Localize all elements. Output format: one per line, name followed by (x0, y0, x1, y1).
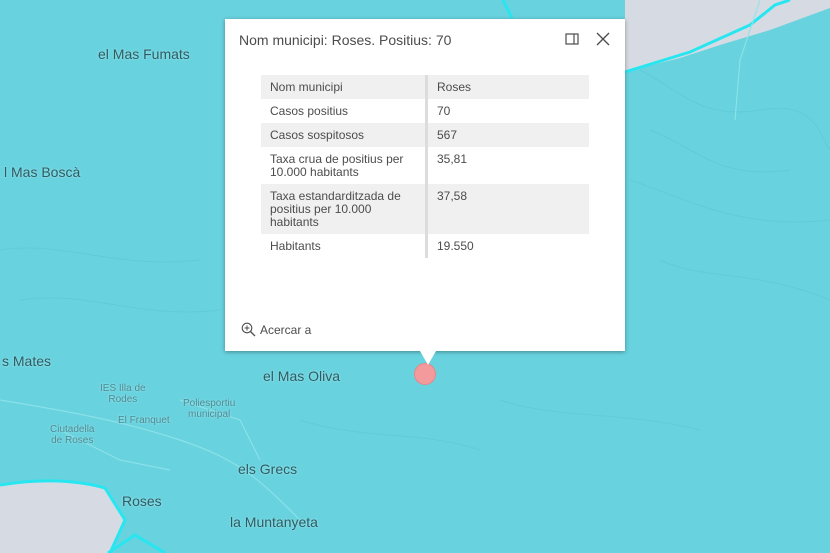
attribute-value: 35,81 (437, 152, 468, 166)
attribute-key: Taxa estandarditzada de positius per 10.… (261, 184, 428, 234)
attribute-value: 567 (437, 128, 458, 142)
attribute-value: Roses (437, 80, 472, 94)
place-label-mas-bosca: l Mas Boscà (4, 164, 81, 180)
zoom-to-button[interactable]: Acercar a (241, 322, 311, 337)
place-label-grecs: els Grecs (238, 461, 298, 477)
attribute-key: Taxa crua de positius per 10.000 habitan… (261, 147, 428, 184)
attribute-key: Habitants (261, 234, 428, 258)
feature-popup: Nom municipi: Roses. Positius: 70 Nom mu… (225, 19, 625, 365)
attribute-row: Habitants 19.550 (261, 234, 589, 258)
attribute-key: Casos sospitosos (261, 123, 428, 147)
place-label-roses: Roses (122, 493, 162, 509)
attribute-key: Casos positius (261, 99, 428, 123)
close-icon (596, 32, 610, 46)
popup-pointer (420, 351, 436, 365)
selected-feature-marker[interactable] (414, 363, 436, 385)
place-label-mates: s Mates (2, 353, 52, 369)
attribute-row: Nom municipi Roses (261, 75, 589, 99)
attribute-value: 37,58 (437, 189, 468, 203)
zoom-to-label: Acercar a (260, 322, 312, 337)
place-label-ciutadella: Ciutadella de Roses (50, 424, 95, 446)
attribute-row: Taxa estandarditzada de positius per 10.… (261, 184, 589, 234)
attribute-value: 70 (437, 104, 451, 118)
place-label-franquet: El Franquet (118, 415, 170, 426)
attribute-value: 19.550 (437, 239, 474, 253)
attribute-row: Taxa crua de positius per 10.000 habitan… (261, 147, 589, 184)
place-label-ies: IES Illa de Rodes (100, 383, 146, 405)
close-button[interactable] (595, 31, 611, 47)
zoom-in-icon (241, 322, 256, 337)
attribute-row: Casos positius 70 (261, 99, 589, 123)
place-label-mas-fumats: el Mas Fumats (98, 46, 190, 62)
popup-title: Nom municipi: Roses. Positius: 70 (239, 32, 452, 48)
place-label-mas-oliva: el Mas Oliva (263, 368, 341, 384)
place-label-poliesportiu: Poliesportiu municipal (183, 398, 236, 420)
dock-button[interactable] (565, 32, 579, 46)
attribute-key: Nom municipi (261, 75, 428, 99)
dock-icon (565, 33, 579, 45)
attribute-table: Nom municipi Roses Casos positius 70 Cas… (261, 75, 589, 258)
place-label-muntanyeta: la Muntanyeta (230, 514, 318, 530)
attribute-row: Casos sospitosos 567 (261, 123, 589, 147)
